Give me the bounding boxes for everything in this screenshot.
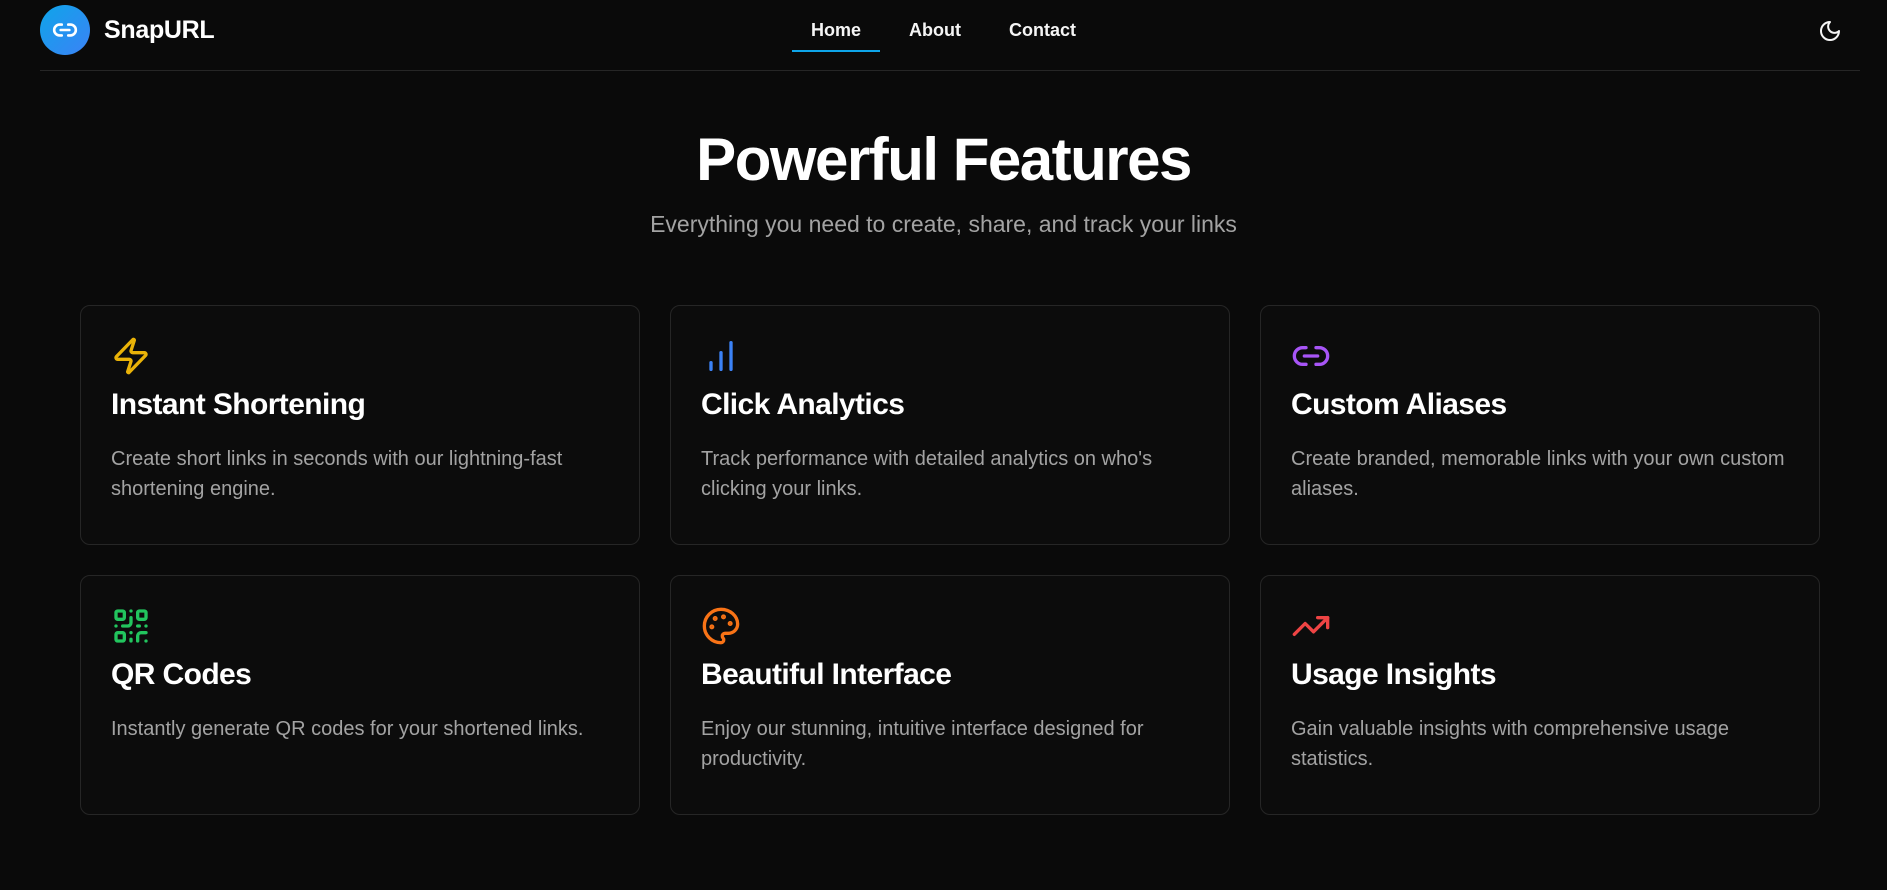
feature-title: Custom Aliases [1291, 388, 1507, 421]
bar-chart-icon [709, 341, 733, 371]
hero-section: Powerful Features Everything you need to… [0, 125, 1887, 238]
feature-description: Track performance with detailed analytic… [701, 448, 1153, 500]
nav-about-link[interactable]: About [890, 0, 980, 52]
feature-card-usage-insights: Usage Insights Gain valuable insights wi… [1260, 575, 1820, 815]
feature-card-qr-codes: QR Codes Instantly generate QR codes for… [80, 575, 640, 815]
feature-title: Usage Insights [1291, 658, 1497, 691]
trending-up-icon [1292, 616, 1330, 636]
feature-card-instant-shortening: Instant Shortening Create short links in… [80, 305, 640, 545]
page-subtitle: Everything you need to create, share, an… [650, 211, 1237, 237]
feature-description: Create short links in seconds with our l… [111, 448, 563, 500]
feature-card-click-analytics: Click Analytics Track performance with d… [670, 305, 1230, 545]
feature-description: Enjoy our stunning, intuitive interface … [701, 718, 1144, 770]
feature-description: Create branded, memorable links with you… [1291, 448, 1785, 500]
feature-card-beautiful-interface: Beautiful Interface Enjoy our stunning, … [670, 575, 1230, 815]
brand-name: SnapURL [104, 15, 215, 44]
theme-toggle-button[interactable] [1813, 14, 1847, 48]
brand-logo[interactable]: SnapURL [40, 5, 215, 55]
feature-title: Instant Shortening [111, 388, 366, 421]
qr-code-icon [114, 609, 148, 643]
feature-title: Click Analytics [701, 388, 905, 421]
nav-contact-link[interactable]: Contact [990, 0, 1095, 52]
feature-card-custom-aliases: Custom Aliases Create branded, memorable… [1260, 305, 1820, 545]
nav-home-link[interactable]: Home [792, 0, 881, 52]
moon-icon [1820, 21, 1840, 41]
feature-title: QR Codes [111, 658, 252, 691]
feature-description: Instantly generate QR codes for your sho… [111, 718, 584, 740]
link-icon [40, 5, 90, 55]
features-grid: Instant Shortening Create short links in… [80, 305, 1821, 815]
palette-icon [702, 607, 740, 645]
feature-title: Beautiful Interface [701, 658, 952, 691]
lightning-icon [114, 337, 148, 375]
link-icon [1292, 346, 1330, 366]
page-title: Powerful Features [696, 126, 1192, 193]
feature-description: Gain valuable insights with comprehensiv… [1291, 718, 1730, 770]
